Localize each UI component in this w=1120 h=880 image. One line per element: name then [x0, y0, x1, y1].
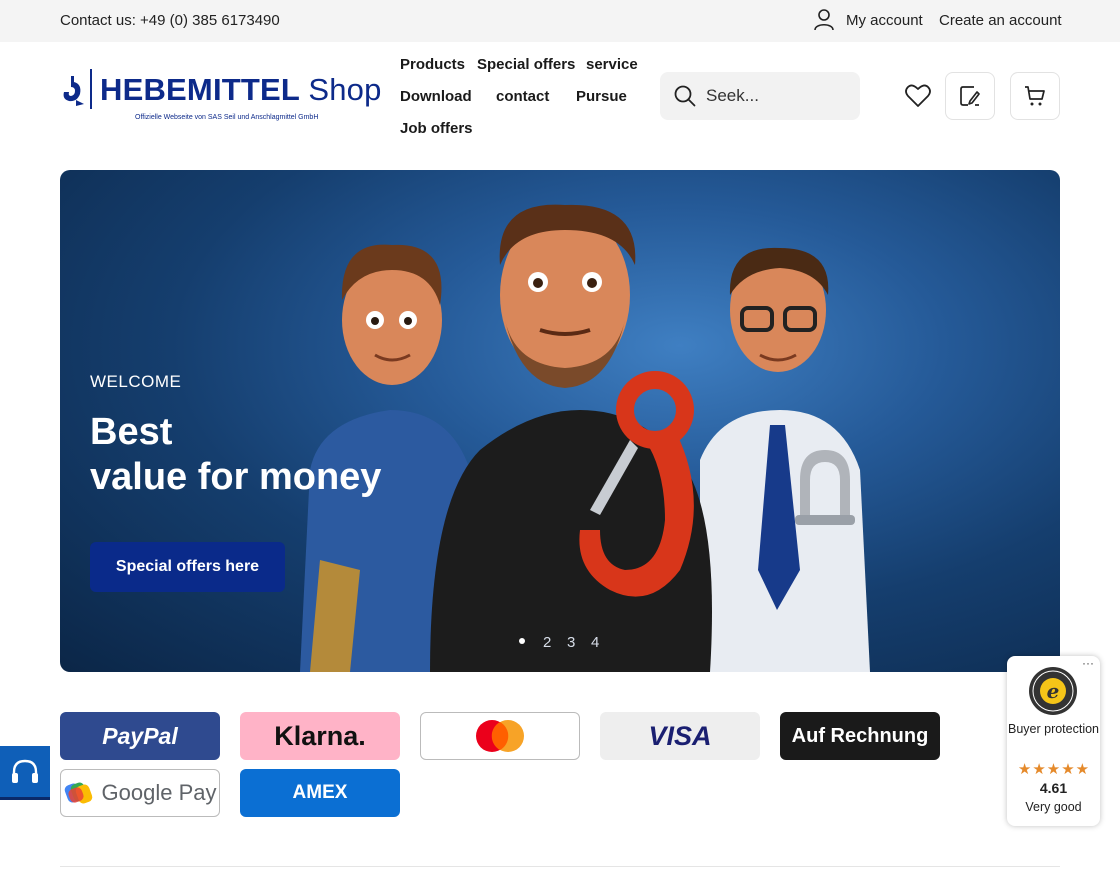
- trust-stars: ★★★★★: [1017, 761, 1091, 778]
- paypal-label: PayPal: [102, 722, 178, 749]
- user-icon[interactable]: [814, 9, 834, 31]
- create-account-link[interactable]: Create an account: [939, 12, 1062, 29]
- hero-headline: Best value for money: [90, 410, 381, 500]
- edit-icon: [960, 86, 980, 106]
- payment-google-pay: Google Pay: [60, 769, 220, 817]
- slider-dot-2[interactable]: 2: [543, 634, 551, 651]
- klarna-label: Klarna.: [274, 720, 366, 751]
- slider-dot-3[interactable]: 3: [567, 634, 575, 651]
- nav-contact[interactable]: contact: [496, 88, 549, 105]
- contact-phone[interactable]: Contact us: +49 (0) 385 6173490: [60, 12, 280, 29]
- payment-amex: AMEX: [240, 769, 400, 817]
- footer-divider: [60, 866, 1060, 867]
- hero-banner: WELCOME Best value for money Special off…: [60, 170, 1060, 672]
- site-logo[interactable]: HEBEMITTEL Shop Offizielle Webseite von …: [60, 66, 390, 128]
- trusted-shops-seal-icon: e: [1029, 667, 1077, 715]
- nav-job-offers[interactable]: Job offers: [400, 120, 473, 137]
- hero-headline-line-2: value for money: [90, 456, 382, 498]
- nav-products[interactable]: Products: [400, 56, 465, 73]
- hero-welcome: WELCOME: [90, 372, 182, 391]
- cart-button[interactable]: [1010, 72, 1060, 120]
- mastercard-icon: [476, 720, 524, 752]
- wishlist-notes-button[interactable]: [945, 72, 995, 120]
- trust-label: Buyer protection: [1007, 722, 1100, 736]
- payment-klarna: Klarna.: [240, 712, 400, 760]
- amex-label: AMEX: [292, 782, 348, 803]
- more-options-icon[interactable]: ···: [1082, 656, 1094, 670]
- trust-rating: Very good: [1025, 800, 1082, 814]
- heart-icon[interactable]: [905, 84, 931, 108]
- headset-icon: [12, 759, 38, 783]
- logo-brand: HEBEMITTEL: [100, 72, 300, 107]
- search-icon[interactable]: [674, 85, 696, 107]
- nav-pursue[interactable]: Pursue: [576, 88, 627, 105]
- payment-paypal: PayPal: [60, 712, 220, 760]
- logo-hook-icon: [63, 76, 84, 106]
- payment-visa: VISA: [600, 712, 760, 760]
- logo-tagline: Offizielle Webseite von SAS Seil und Ans…: [135, 114, 319, 121]
- logo-divider: [90, 69, 92, 109]
- logo-shop: Shop: [308, 72, 382, 107]
- logo-wordmark: HEBEMITTEL Shop: [100, 72, 382, 108]
- google-g-icon: [64, 782, 92, 804]
- trusted-shops-badge[interactable]: ··· e Buyer protection ★★★★★ 4.61 Very g…: [1007, 656, 1100, 826]
- trust-score: 4.61: [1039, 780, 1068, 796]
- slider-dot-1[interactable]: [519, 638, 525, 644]
- payment-invoice: Auf Rechnung: [780, 712, 940, 760]
- special-offers-button[interactable]: Special offers here: [90, 542, 285, 592]
- worker-right-figure: [700, 247, 870, 672]
- visa-label: VISA: [648, 720, 712, 751]
- slider-dot-4[interactable]: 4: [591, 634, 599, 651]
- invoice-label: Auf Rechnung: [791, 724, 929, 747]
- hero-illustration: [300, 204, 870, 672]
- nav-service[interactable]: service: [586, 56, 638, 73]
- google-pay-label: Google Pay: [101, 780, 217, 805]
- svg-text:e: e: [1047, 679, 1060, 703]
- search-input[interactable]: [706, 82, 851, 110]
- hero-headline-line-1: Best: [90, 411, 173, 453]
- top-bar: Contact us: +49 (0) 385 6173490 My accou…: [0, 0, 1120, 42]
- nav-special-offers[interactable]: Special offers: [477, 56, 575, 73]
- search-box[interactable]: [660, 72, 860, 120]
- nav-download[interactable]: Download: [400, 88, 472, 105]
- payment-mastercard: [420, 712, 580, 760]
- support-chat-button[interactable]: [0, 746, 50, 800]
- cart-icon: [1025, 86, 1045, 106]
- my-account-link[interactable]: My account: [846, 12, 923, 29]
